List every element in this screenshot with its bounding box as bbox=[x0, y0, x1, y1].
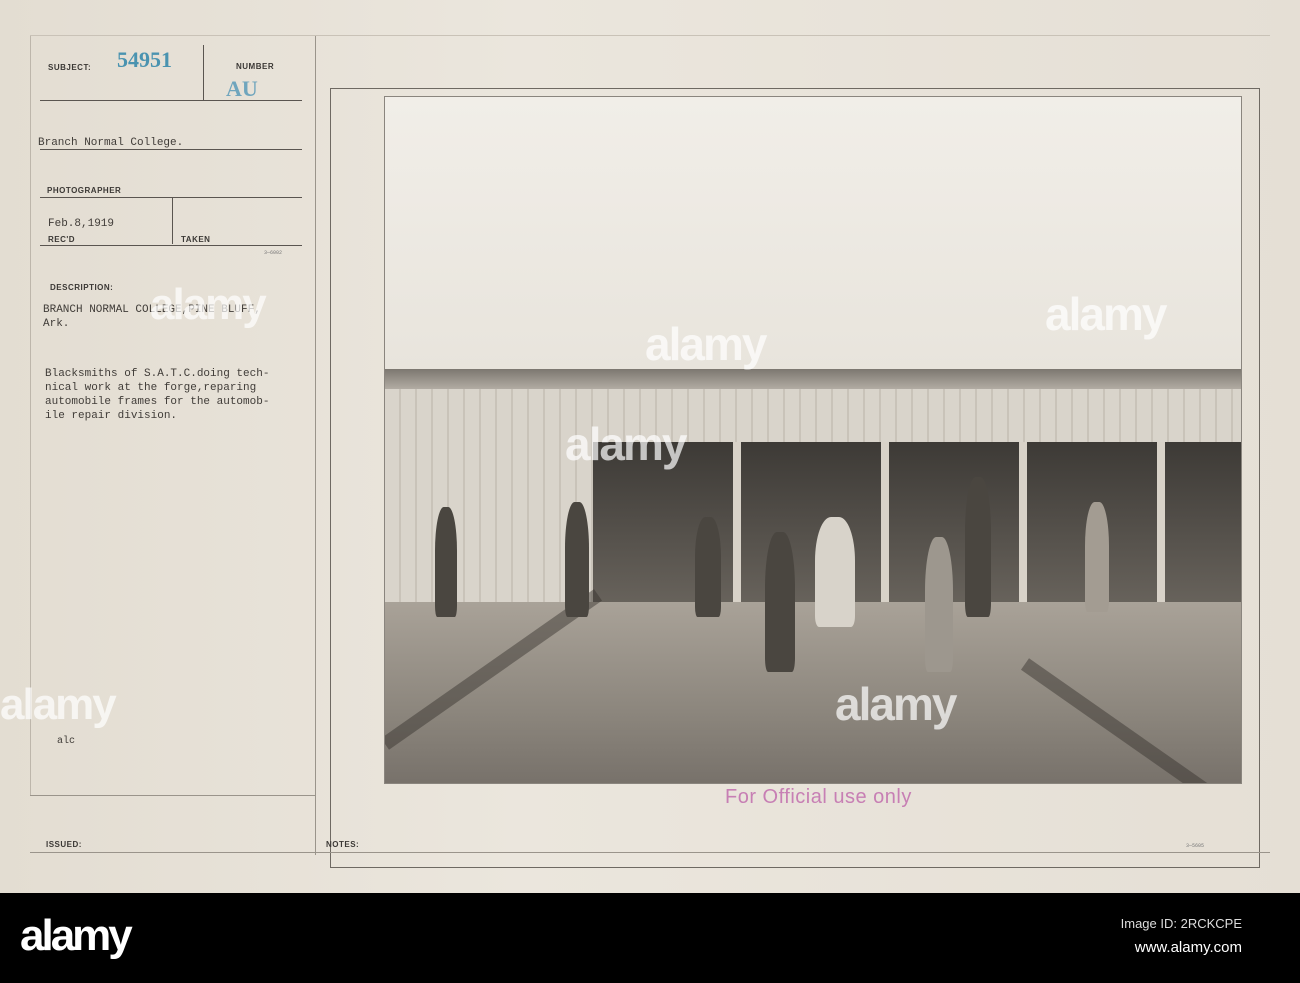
subject-label: SUBJECT: bbox=[48, 63, 92, 72]
watermark: alamy bbox=[1045, 288, 1167, 340]
description-line: ile repair division. bbox=[45, 410, 178, 422]
watermark: alamy bbox=[0, 680, 117, 729]
subject-text: Branch Normal College. bbox=[38, 137, 184, 149]
worker bbox=[815, 517, 855, 627]
bottom-rule bbox=[30, 852, 1270, 853]
initials: alc bbox=[57, 736, 76, 747]
watermark: alamy bbox=[150, 280, 267, 329]
column-divider bbox=[315, 35, 316, 855]
shed-opening bbox=[741, 442, 881, 602]
watermark-bar: alamy Image ID: 2RCKCPE www.alamy.com bbox=[0, 893, 1300, 983]
description-label: DESCRIPTION: bbox=[50, 283, 114, 292]
image-id: Image ID: 2RCKCPE bbox=[1120, 916, 1242, 931]
description-text: Blacksmiths of S.A.T.C.doing tech- nical… bbox=[45, 367, 269, 423]
photographer-label: PHOTOGRAPHER bbox=[47, 186, 122, 195]
date-divider bbox=[172, 197, 173, 244]
rule bbox=[40, 197, 302, 198]
description-line: Blacksmiths of S.A.T.C.doing tech- bbox=[45, 368, 270, 380]
worker bbox=[565, 502, 589, 617]
worker bbox=[695, 517, 721, 617]
number-label: NUMBER bbox=[236, 62, 275, 71]
form-code-bottom: 3—5605 bbox=[1186, 843, 1205, 849]
post bbox=[881, 442, 889, 612]
official-use-stamp: For Official use only bbox=[725, 786, 912, 808]
subject-number: 54951 bbox=[117, 47, 172, 72]
worker bbox=[435, 507, 457, 617]
number-value: AU bbox=[226, 76, 258, 101]
alamy-url[interactable]: www.alamy.com bbox=[1135, 939, 1242, 956]
shed-opening bbox=[1165, 442, 1241, 602]
number-divider bbox=[203, 45, 204, 100]
watermark: alamy bbox=[565, 418, 687, 470]
watermark: alamy bbox=[835, 678, 957, 730]
recd-label: REC'D bbox=[48, 235, 76, 244]
worker bbox=[925, 537, 953, 672]
description-line: nical work at the forge,reparing bbox=[45, 382, 257, 394]
worker bbox=[1085, 502, 1109, 612]
ground bbox=[385, 602, 1241, 783]
rule bbox=[40, 149, 302, 150]
photograph-blacksmith-forge: alamy alamy alamy alamy bbox=[384, 96, 1242, 784]
worker bbox=[765, 532, 795, 672]
post bbox=[1157, 442, 1165, 612]
post bbox=[1019, 442, 1027, 612]
worker bbox=[965, 477, 991, 617]
taken-label: TAKEN bbox=[181, 235, 211, 244]
issued-label: ISSUED: bbox=[46, 840, 82, 849]
archival-photo-card: SUBJECT: 54951 NUMBER AU Branch Normal C… bbox=[0, 0, 1300, 893]
recd-date: Feb.8,1919 bbox=[48, 218, 115, 230]
alamy-logo: alamy bbox=[20, 911, 133, 960]
watermark: alamy bbox=[645, 318, 767, 370]
post bbox=[733, 442, 741, 612]
description-line: automobile frames for the automob- bbox=[45, 396, 270, 408]
card-top-edge bbox=[30, 35, 1270, 36]
shed-roof bbox=[385, 369, 1241, 389]
rule bbox=[40, 100, 302, 101]
form-code-top: 3—6002 bbox=[264, 250, 283, 256]
shed-opening bbox=[889, 442, 1019, 602]
rule bbox=[40, 245, 302, 246]
rule bbox=[30, 795, 316, 796]
notes-label: NOTES: bbox=[326, 840, 360, 849]
